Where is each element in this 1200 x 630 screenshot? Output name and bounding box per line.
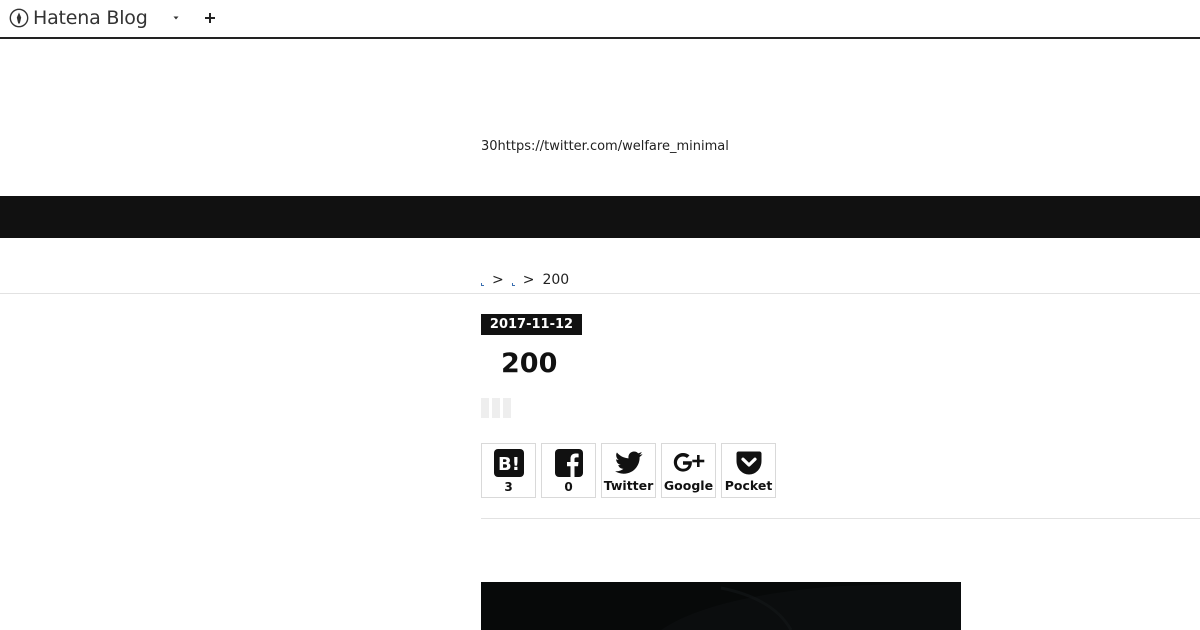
hatena-bookmark-share-button[interactable]: B! 3: [481, 443, 536, 498]
facebook-icon: [554, 449, 583, 477]
breadcrumb-link-category[interactable]: [511, 273, 517, 287]
twitter-share-button[interactable]: Twitter: [601, 443, 656, 498]
twitter-share-label: Twitter: [603, 478, 654, 493]
google-plus-share-button[interactable]: Google: [661, 443, 716, 498]
caret-down-icon: [173, 16, 179, 20]
placeholder-bar: [492, 398, 500, 418]
entry-image: [481, 582, 961, 630]
svg-text:B!: B!: [498, 454, 520, 475]
pocket-share-button[interactable]: Pocket: [721, 443, 776, 498]
hatena-bookmark-icon: B!: [493, 449, 524, 477]
entry-categories-placeholder: [481, 398, 511, 418]
breadcrumb-separator: >: [522, 272, 535, 288]
new-post-button[interactable]: [200, 8, 220, 28]
breadcrumb: > > 200: [481, 270, 569, 290]
article-divider: [481, 518, 1200, 519]
placeholder-bar: [503, 398, 511, 418]
breadcrumb-current: 200: [542, 272, 570, 288]
placeholder-bar: [481, 398, 489, 418]
pocket-share-label: Pocket: [724, 478, 773, 493]
twitter-bird-icon: [614, 451, 643, 474]
blog-nav-band: [0, 196, 1200, 238]
plus-icon: [205, 13, 215, 23]
hatena-pen-icon: [9, 8, 29, 28]
hatena-bookmark-count: 3: [504, 480, 513, 494]
social-share-buttons: B! 3 0 Twitter Google Pocket: [481, 443, 776, 498]
google-plus-icon: [673, 453, 704, 472]
blog-description: 30https://twitter.com/welfare_minimal: [481, 138, 729, 156]
breadcrumb-link-top[interactable]: [481, 273, 486, 287]
facebook-share-count: 0: [564, 480, 573, 494]
google-share-label: Google: [663, 478, 714, 493]
breadcrumb-divider: [0, 293, 1200, 294]
hatena-blog-logo-link[interactable]: Hatena Blog: [9, 6, 148, 30]
brand-name: Hatena Blog: [33, 7, 148, 29]
global-header: Hatena Blog: [0, 0, 1200, 39]
entry-photo: [481, 582, 961, 630]
blog-description-text[interactable]: 30https://twitter.com/welfare_minimal: [481, 139, 729, 154]
pocket-icon: [736, 451, 761, 475]
blog-menu-dropdown[interactable]: [168, 8, 184, 28]
breadcrumb-separator: >: [492, 272, 504, 288]
entry-title[interactable]: 200: [501, 346, 557, 382]
facebook-share-button[interactable]: 0: [541, 443, 596, 498]
entry-date-badge[interactable]: 2017-11-12: [481, 314, 582, 335]
